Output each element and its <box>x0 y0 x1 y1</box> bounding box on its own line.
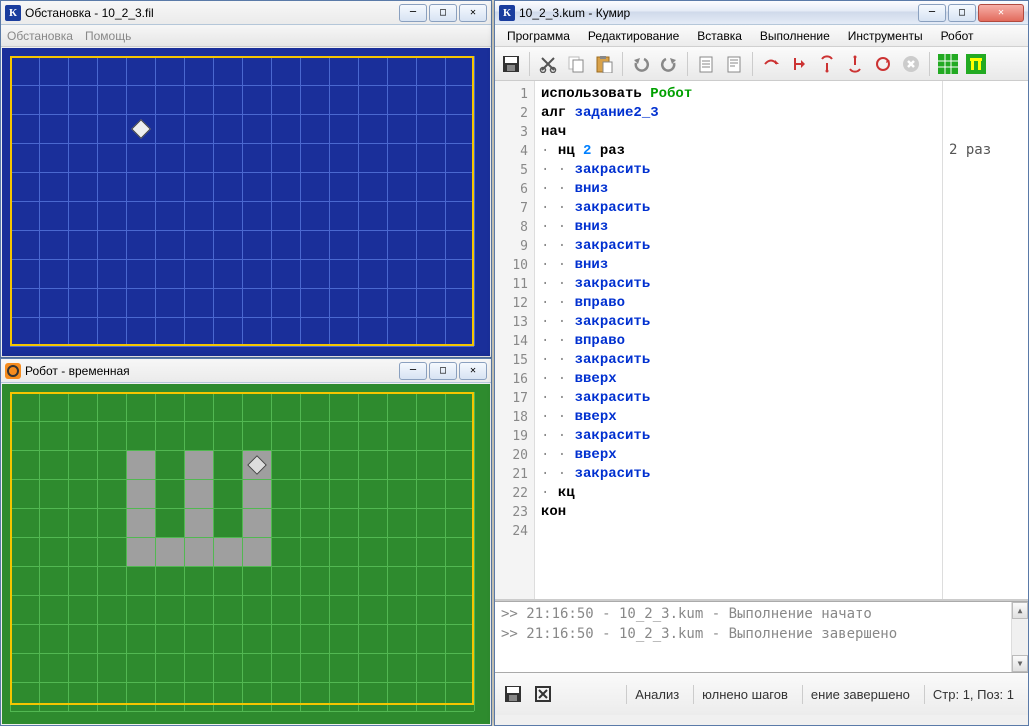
console-line: >> 21:16:50 - 10_2_3.kum - Выполнение за… <box>501 624 1022 644</box>
menu-edit[interactable]: Редактирование <box>580 27 687 45</box>
cancel-status-icon[interactable] <box>531 682 555 706</box>
maximize-button[interactable]: □ <box>429 362 457 380</box>
window-buttons: ─ □ ✕ <box>918 4 1024 22</box>
window-buttons: ─ □ ✕ <box>399 362 487 380</box>
grid-green-icon[interactable] <box>936 52 960 76</box>
scroll-down-icon[interactable]: ▼ <box>1012 655 1028 672</box>
editor-area: 123456789101112131415161718192021222324 … <box>495 81 1028 601</box>
menu-obstanovka[interactable]: Обстановка <box>7 29 73 43</box>
cut-icon[interactable] <box>536 52 560 76</box>
kumir-title: 10_2_3.kum - Кумир <box>519 6 918 20</box>
line-gutter: 123456789101112131415161718192021222324 <box>495 81 535 599</box>
run-trace-column: 2 раз <box>942 81 1028 599</box>
close-button[interactable]: ✕ <box>459 4 487 22</box>
run-out-icon[interactable] <box>843 52 867 76</box>
minimize-button[interactable]: ─ <box>399 4 427 22</box>
close-button[interactable]: ✕ <box>978 4 1024 22</box>
scroll-up-icon[interactable]: ▲ <box>1012 602 1028 619</box>
status-pos: Стр: 1, Поз: 1 <box>924 685 1022 704</box>
code-editor[interactable]: использовать Роботалг задание2_3нач· нц … <box>535 81 942 599</box>
close-button[interactable]: ✕ <box>459 362 487 380</box>
menu-program[interactable]: Программа <box>499 27 578 45</box>
console-line: >> 21:16:50 - 10_2_3.kum - Выполнение на… <box>501 604 1022 624</box>
menu-tools[interactable]: Инструменты <box>840 27 931 45</box>
obstanovka-window: К Обстановка - 10_2_3.fil ─ □ ✕ Обстанов… <box>0 0 492 358</box>
menu-robot[interactable]: Робот <box>933 27 982 45</box>
trace-msg: 2 раз <box>949 142 1022 158</box>
copy-icon[interactable] <box>564 52 588 76</box>
robot-temp-window: Робот - временная ─ □ ✕ <box>0 358 492 726</box>
minimize-button[interactable]: ─ <box>918 4 946 22</box>
menu-help[interactable]: Помощь <box>85 29 131 43</box>
robot-field[interactable] <box>2 384 490 724</box>
status-steps: юлнено шагов <box>693 685 796 704</box>
robot-titlebar[interactable]: Робот - временная ─ □ ✕ <box>1 359 491 383</box>
doc1-icon[interactable] <box>694 52 718 76</box>
run-step-icon[interactable] <box>787 52 811 76</box>
redo-icon[interactable] <box>657 52 681 76</box>
maximize-button[interactable]: □ <box>948 4 976 22</box>
pi-green-icon[interactable] <box>964 52 988 76</box>
menu-run[interactable]: Выполнение <box>752 27 838 45</box>
obst-field[interactable] <box>2 48 490 356</box>
robot-title: Робот - временная <box>25 364 399 378</box>
app-icon: К <box>5 5 21 21</box>
menu-insert[interactable]: Вставка <box>689 27 750 45</box>
window-buttons: ─ □ ✕ <box>399 4 487 22</box>
kumir-titlebar[interactable]: К 10_2_3.kum - Кумир ─ □ ✕ <box>495 1 1028 25</box>
run1-icon[interactable] <box>759 52 783 76</box>
undo-icon[interactable] <box>629 52 653 76</box>
console-scrollbar[interactable]: ▲ ▼ <box>1011 602 1028 672</box>
obst-title: Обстановка - 10_2_3.fil <box>25 6 399 20</box>
status-done: ение завершено <box>802 685 918 704</box>
kumir-menubar: Программа Редактирование Вставка Выполне… <box>495 25 1028 47</box>
kumir-toolbar <box>495 47 1028 81</box>
maximize-button[interactable]: □ <box>429 4 457 22</box>
doc2-icon[interactable] <box>722 52 746 76</box>
stop-icon[interactable] <box>899 52 923 76</box>
save-status-icon[interactable] <box>501 682 525 706</box>
kumir-window: К 10_2_3.kum - Кумир ─ □ ✕ Программа Ред… <box>494 0 1029 726</box>
paste-icon[interactable] <box>592 52 616 76</box>
status-bar: Анализ юлнено шагов ение завершено Стр: … <box>495 673 1028 715</box>
obst-menubar: Обстановка Помощь <box>1 25 491 47</box>
save-icon[interactable] <box>499 52 523 76</box>
run-into-icon[interactable] <box>815 52 839 76</box>
robot-app-icon <box>5 363 21 379</box>
minimize-button[interactable]: ─ <box>399 362 427 380</box>
run-loop-icon[interactable] <box>871 52 895 76</box>
app-icon: К <box>499 5 515 21</box>
status-analysis: Анализ <box>626 685 687 704</box>
output-console[interactable]: >> 21:16:50 - 10_2_3.kum - Выполнение на… <box>495 601 1028 673</box>
obst-titlebar[interactable]: К Обстановка - 10_2_3.fil ─ □ ✕ <box>1 1 491 25</box>
